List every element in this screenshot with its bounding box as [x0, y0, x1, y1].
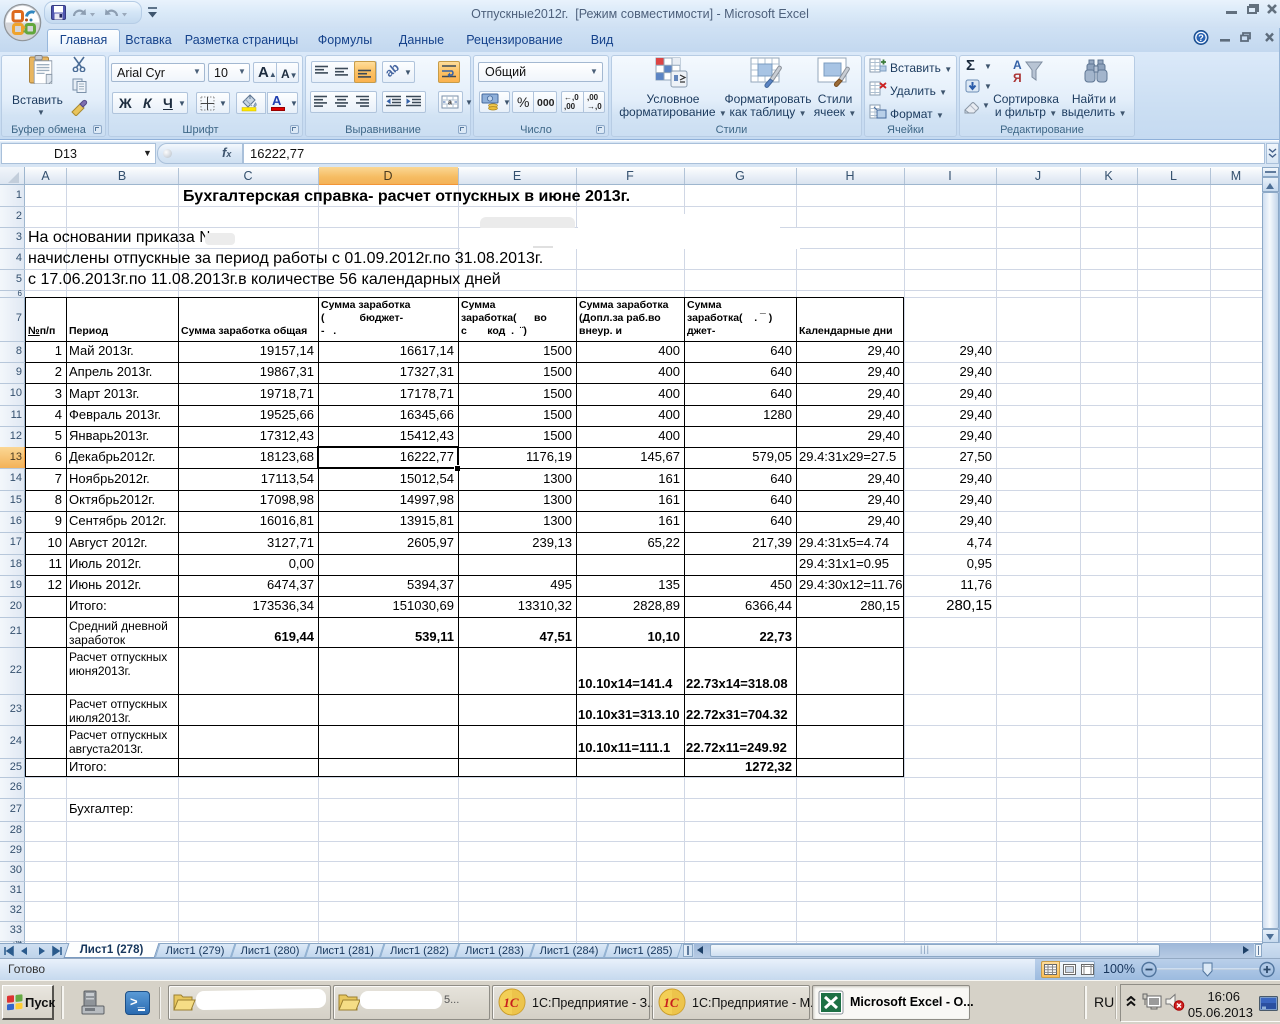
svg-text:1С: 1С [663, 995, 679, 1010]
svg-text:Я: Я [1013, 71, 1022, 85]
svg-text:a: a [448, 100, 452, 107]
svg-text:?: ? [1198, 33, 1204, 43]
svg-text:1С: 1С [503, 995, 519, 1010]
svg-text:А: А [1013, 58, 1022, 72]
